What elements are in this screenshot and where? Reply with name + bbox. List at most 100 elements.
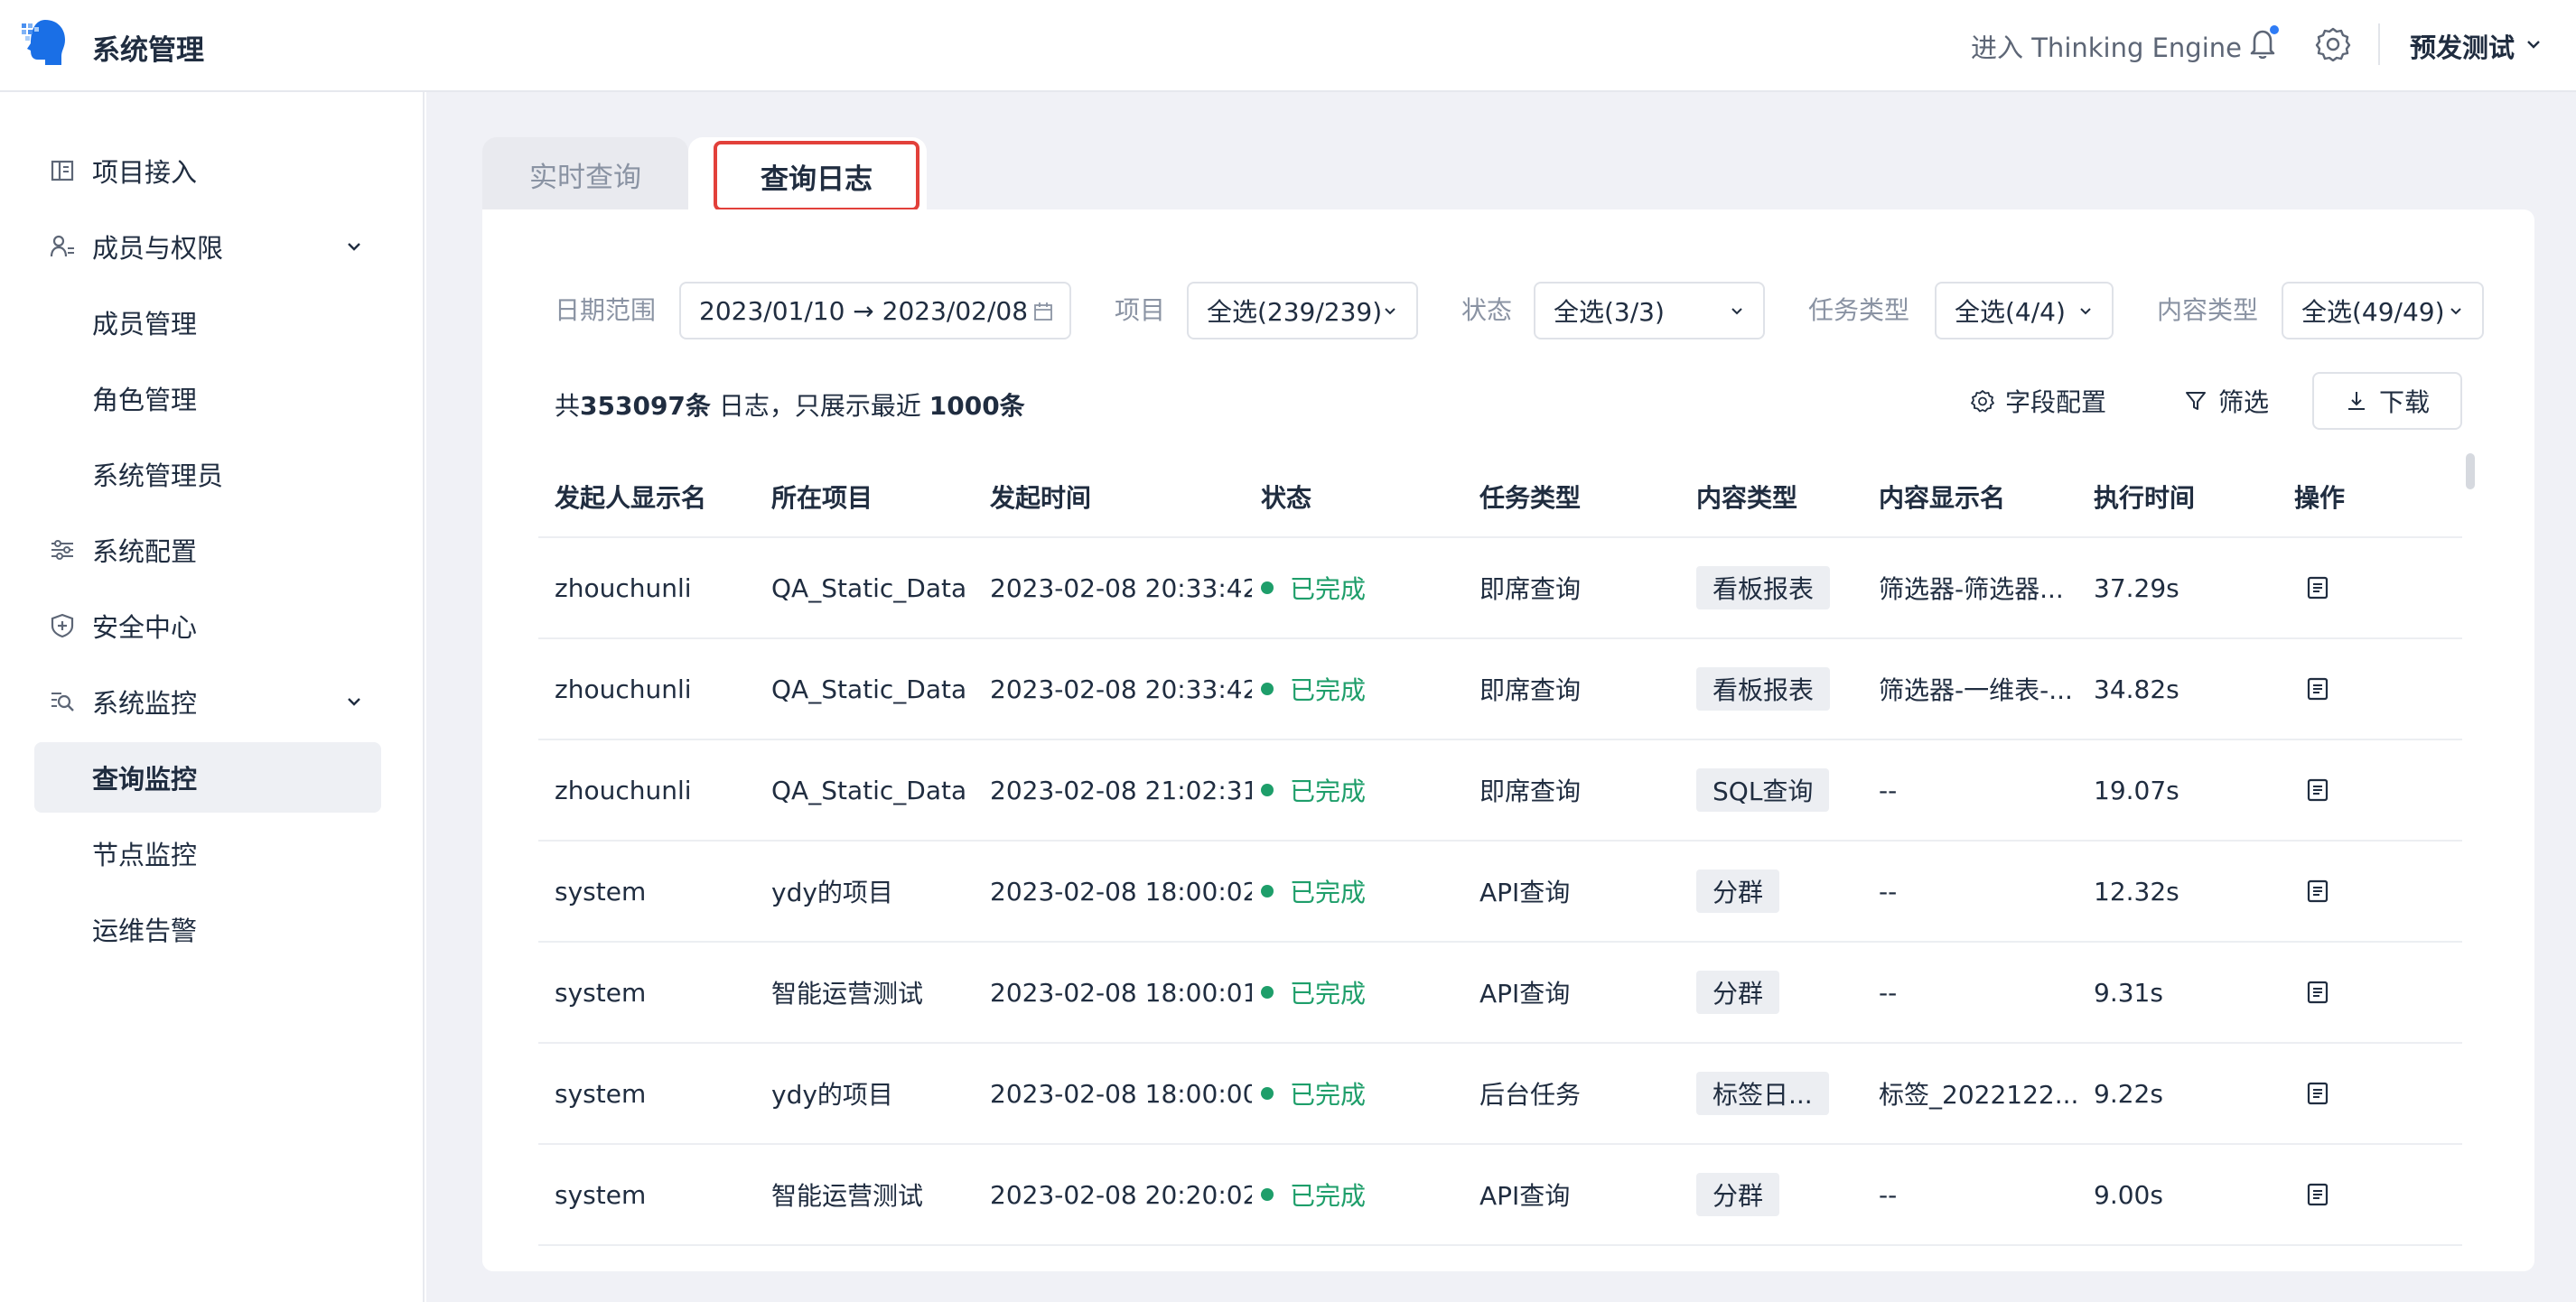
table-scrollbar[interactable] xyxy=(2466,453,2475,489)
download-icon xyxy=(2347,392,2365,410)
task-type-filter-value: 全选(4/4) xyxy=(1955,297,2066,327)
table-row[interactable]: zhouchunli QA_Static_Data 2023-02-08 20:33… xyxy=(538,538,2462,639)
cell-project: 智能运营测试 xyxy=(771,979,924,1009)
column-header[interactable]: 发起人显示名 xyxy=(555,479,706,515)
sidebar-item-role-management[interactable]: 角色管理 xyxy=(34,363,381,433)
bell-icon[interactable] xyxy=(2244,23,2283,63)
sidebar-item-system-monitor[interactable]: 系统监控 xyxy=(34,666,381,737)
content-type-filter-label: 内容类型 xyxy=(2157,295,2259,325)
top-header: 系统管理 进入 Thinking Engine 预发测试 xyxy=(0,0,2576,92)
status-dot-icon xyxy=(1261,581,1274,594)
cell-action xyxy=(2305,639,2359,739)
sidebar-item-project-access[interactable]: 项目接入 xyxy=(34,135,381,206)
content-type-tag: 分群 xyxy=(1696,870,1780,913)
cell-content-type: 分群 xyxy=(1696,943,1877,1042)
table-row[interactable]: system 智能运营测试 2023-02-08 18:00:01 已完成 API查询 分… xyxy=(538,943,2462,1044)
chevron-down-icon[interactable] xyxy=(343,691,365,712)
sidebar-item-node-monitor[interactable]: 节点监控 xyxy=(34,818,381,888)
detail-document-icon[interactable] xyxy=(2305,575,2330,600)
cell-action xyxy=(2305,538,2359,637)
sidebar-item-label: 系统配置 xyxy=(92,536,198,567)
cell-time: 2023-02-08 20:33:42 xyxy=(990,674,1252,704)
column-header[interactable]: 内容显示名 xyxy=(1879,479,2005,515)
status-dot-icon xyxy=(1261,1087,1274,1100)
cell-content-name: -- xyxy=(1879,977,1898,1008)
sidebar-item-system-config[interactable]: 系统配置 xyxy=(34,515,381,585)
table-row[interactable]: zhouchunli QA_Static_Data 2023-02-08 21:02… xyxy=(538,740,2462,842)
gear-icon[interactable] xyxy=(2315,25,2351,61)
column-header[interactable]: 内容类型 xyxy=(1696,479,1797,515)
cell-task-type: API查询 xyxy=(1479,1181,1571,1211)
filter-button[interactable]: 筛选 xyxy=(2184,372,2269,430)
status-dot-icon xyxy=(1261,885,1274,897)
project-filter-value: 全选(239/239) xyxy=(1207,297,1383,327)
cell-action xyxy=(2305,740,2359,840)
table-row[interactable]: system 智能运营测试 2023-02-08 20:20:02 已完成 API查询 分… xyxy=(538,1145,2462,1246)
chevron-down-icon xyxy=(2080,308,2091,315)
table-row[interactable]: system ydy的项目 2023-02-08 18:00:02 已完成 API查询 分… xyxy=(538,842,2462,943)
cell-duration: 9.22s xyxy=(2094,1078,2163,1109)
chevron-down-icon xyxy=(1731,308,1742,315)
date-range-picker[interactable]: 2023/01/10 → 2023/02/08 xyxy=(679,282,1071,339)
summary-middle: 日志，只展示最近 xyxy=(718,391,921,421)
enter-thinking-engine-link[interactable]: 进入 Thinking Engine xyxy=(1971,27,2242,65)
sidebar-item-members-permissions[interactable]: 成员与权限 xyxy=(34,211,381,282)
status-text: 已完成 xyxy=(1290,675,1367,705)
cell-user: zhouchunli xyxy=(555,572,692,603)
project-filter-select[interactable]: 全选(239/239) xyxy=(1187,282,1418,339)
sidebar-item-member-management[interactable]: 成员管理 xyxy=(34,287,381,358)
content-type-tag: 分群 xyxy=(1696,1173,1780,1216)
cell-user: zhouchunli xyxy=(555,674,692,704)
sidebar-item-ops-alerts[interactable]: 运维告警 xyxy=(34,894,381,964)
detail-document-icon[interactable] xyxy=(2305,980,2330,1005)
brain-logo-icon[interactable] xyxy=(18,16,69,70)
sidebar-item-query-monitor[interactable]: 查询监控 xyxy=(34,742,381,813)
chevron-down-icon[interactable] xyxy=(343,236,365,257)
monitor-search-icon xyxy=(34,688,92,715)
shield-icon xyxy=(34,612,92,639)
panel-icon xyxy=(34,157,92,184)
cell-content-type: 看板报表 xyxy=(1696,639,1877,739)
tab-query-log[interactable]: 查询日志 xyxy=(714,141,919,211)
table-row[interactable]: system ydy的项目 2023-02-08 18:00:00 已完成 后台任务 标签… xyxy=(538,1044,2462,1145)
chevron-down-icon xyxy=(2450,308,2461,315)
task-type-filter-select[interactable]: 全选(4/4) xyxy=(1935,282,2114,339)
detail-document-icon[interactable] xyxy=(2305,879,2330,904)
status-text: 已完成 xyxy=(1290,878,1367,907)
download-button[interactable]: 下载 xyxy=(2312,372,2462,430)
sliders-icon xyxy=(34,536,92,563)
cell-task-type: 即席查询 xyxy=(1479,574,1582,604)
column-header[interactable]: 任务类型 xyxy=(1479,479,1581,515)
environment-selector[interactable]: 预发测试 xyxy=(2410,27,2515,65)
status-filter-select[interactable]: 全选(3/3) xyxy=(1534,282,1765,339)
cell-duration: 9.31s xyxy=(2094,977,2163,1008)
column-header[interactable]: 所在项目 xyxy=(771,479,873,515)
chevron-down-icon[interactable] xyxy=(2524,34,2543,54)
cell-status: 已完成 xyxy=(1261,639,1460,739)
column-header[interactable]: 状态 xyxy=(1261,479,1311,515)
cell-status: 已完成 xyxy=(1261,1044,1460,1143)
tab-realtime-query[interactable]: 实时查询 xyxy=(482,137,688,211)
column-header[interactable]: 操作 xyxy=(2294,479,2345,515)
cell-user: system xyxy=(555,1179,647,1210)
detail-document-icon[interactable] xyxy=(2305,1182,2330,1207)
log-summary: 共353097条 日志，只展示最近 1000条 xyxy=(555,386,1025,423)
detail-document-icon[interactable] xyxy=(2305,777,2330,803)
field-config-button[interactable]: 字段配置 xyxy=(1971,372,2106,430)
sidebar-item-system-admins[interactable]: 系统管理员 xyxy=(34,439,381,509)
column-header[interactable]: 发起时间 xyxy=(990,479,1091,515)
field-config-label: 字段配置 xyxy=(2005,387,2107,417)
content-type-filter-select[interactable]: 全选(49/49) xyxy=(2282,282,2484,339)
table-row[interactable]: zhouchunli QA_Static_Data 2023-02-08 20:33… xyxy=(538,639,2462,740)
status-dot-icon xyxy=(1261,683,1274,695)
column-header[interactable]: 执行时间 xyxy=(2094,479,2195,515)
detail-document-icon[interactable] xyxy=(2305,676,2330,702)
content-type-tag: SQL查询 xyxy=(1696,768,1830,812)
sidebar-item-security-center[interactable]: 安全中心 xyxy=(34,591,381,661)
cell-time: 2023-02-08 20:33:42 xyxy=(990,572,1252,603)
cell-time: 2023-02-08 20:20:02 xyxy=(990,1179,1252,1210)
detail-document-icon[interactable] xyxy=(2305,1081,2330,1106)
app-title: 系统管理 xyxy=(92,34,204,67)
content-type-tag: 标签日... xyxy=(1696,1072,1829,1115)
cell-action xyxy=(2305,1145,2359,1244)
